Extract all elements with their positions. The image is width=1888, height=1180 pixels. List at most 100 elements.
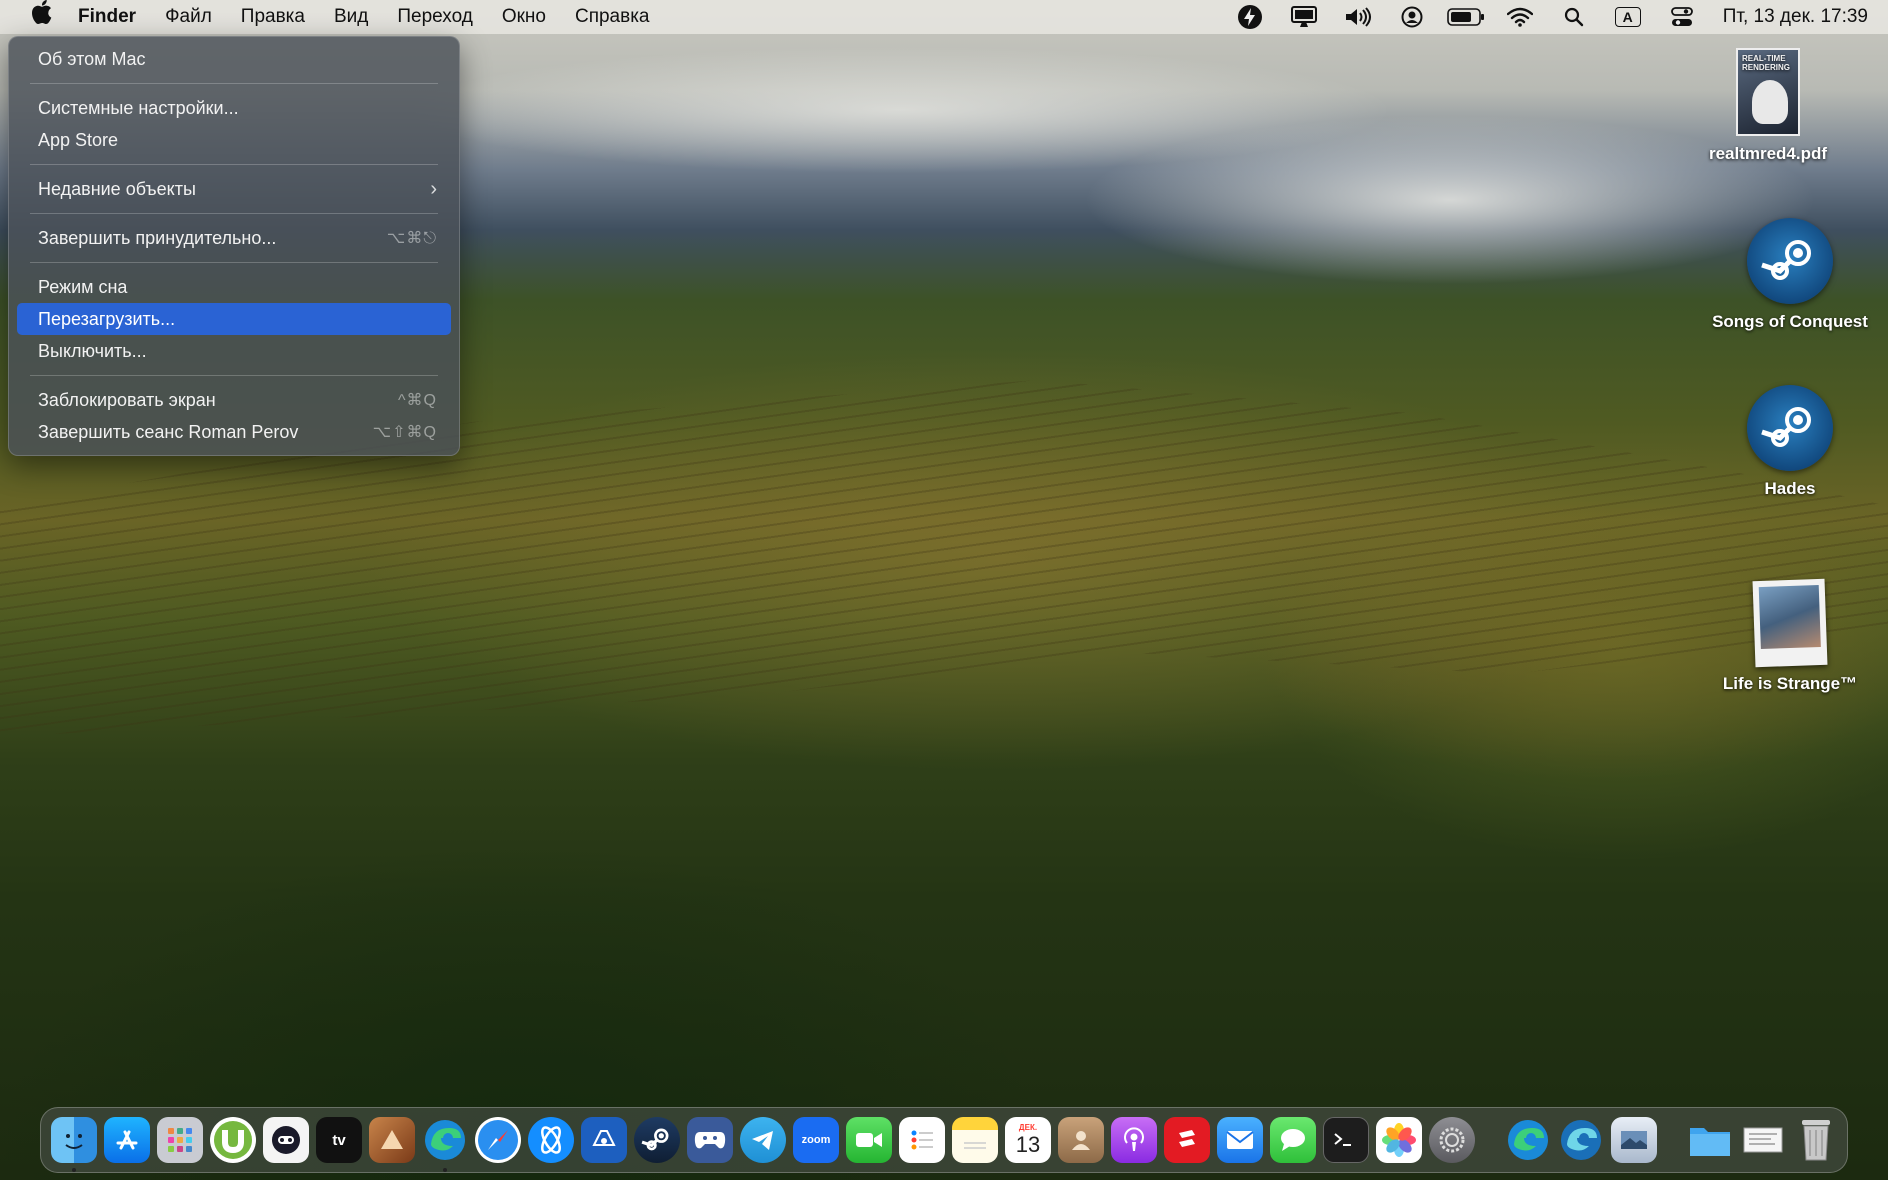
menu-shortcut: ⌥⌘⎋	[386, 230, 437, 247]
safari-icon[interactable]	[475, 1117, 521, 1163]
launchpad-icon[interactable]	[157, 1117, 203, 1163]
app-store-icon[interactable]	[104, 1117, 150, 1163]
menu-item-app-store[interactable]: App Store	[17, 124, 451, 156]
menu-item-label: App Store	[38, 129, 119, 150]
menu-shortcut: ⌥⇧⌘Q	[372, 424, 437, 441]
steam-icon	[1747, 218, 1833, 304]
menu-finder[interactable]: Finder	[78, 6, 136, 28]
menu-view[interactable]: Вид	[334, 6, 368, 28]
menu-shortcut: ^⌘Q	[398, 392, 437, 409]
menu-item-label: Заблокировать экран	[38, 389, 216, 410]
menu-help[interactable]: Справка	[575, 6, 650, 28]
photos-icon[interactable]	[1376, 1117, 1422, 1163]
battle-net-icon[interactable]	[528, 1117, 574, 1163]
volume-icon[interactable]	[1331, 0, 1385, 34]
zoom-icon[interactable]: zoom	[793, 1117, 839, 1163]
facetime-icon[interactable]	[846, 1117, 892, 1163]
battery-icon[interactable]	[1439, 0, 1493, 34]
calendar-icon[interactable]: ДЕК. 13	[1005, 1117, 1051, 1163]
trash-icon[interactable]	[1793, 1117, 1839, 1163]
input-source-label: A	[1614, 7, 1641, 27]
affinity-icon[interactable]	[369, 1117, 415, 1163]
menu-item-about-mac[interactable]: Об этом Mac	[17, 43, 451, 75]
edge-icon[interactable]	[1505, 1117, 1551, 1163]
desktop-icon-label: Songs of Conquest	[1712, 312, 1868, 331]
edge-beta-icon[interactable]	[1558, 1117, 1604, 1163]
menu-separator	[30, 375, 438, 376]
document-icon[interactable]	[1740, 1117, 1786, 1163]
search-icon[interactable]	[1547, 0, 1601, 34]
menu-item-label: Режим сна	[38, 276, 128, 297]
utorrent-icon[interactable]	[210, 1117, 256, 1163]
desktop-app-hades[interactable]: Hades	[1700, 385, 1880, 499]
menu-item-shutdown[interactable]: Выключить...	[17, 335, 451, 367]
desktop-app-life-is-strange[interactable]: Life is Strange™	[1700, 578, 1880, 694]
terminal-icon[interactable]	[1323, 1117, 1369, 1163]
menu-item-label: Завершить принудительно...	[38, 227, 277, 248]
preview-icon[interactable]	[1611, 1117, 1657, 1163]
input-source-icon[interactable]: A	[1601, 0, 1655, 34]
mail-icon[interactable]	[1217, 1117, 1263, 1163]
desktop-app-songs-of-conquest[interactable]: Songs of Conquest	[1700, 218, 1880, 332]
game-controller-app-icon[interactable]	[581, 1117, 627, 1163]
bolt-icon[interactable]	[1223, 0, 1277, 34]
menu-item-lock-screen[interactable]: Заблокировать экран ^⌘Q	[17, 384, 451, 416]
menu-item-sleep[interactable]: Режим сна	[17, 271, 451, 303]
dock: tv zoom ДЕК. 13	[40, 1107, 1848, 1173]
podcasts-icon[interactable]	[1111, 1117, 1157, 1163]
controller-icon[interactable]	[687, 1117, 733, 1163]
menu-separator	[30, 164, 438, 165]
steam-icon[interactable]	[634, 1117, 680, 1163]
apple-menu-dropdown: Об этом Mac Системные настройки... App S…	[8, 36, 460, 456]
menu-separator	[30, 83, 438, 84]
robot-app-icon[interactable]	[263, 1117, 309, 1163]
menu-file[interactable]: Файл	[165, 6, 212, 28]
menu-bar-clock[interactable]: Пт, 13 дек. 17:39	[1723, 6, 1868, 28]
calendar-day: 13	[1015, 1132, 1041, 1157]
menu-go[interactable]: Переход	[397, 6, 472, 28]
steam-icon	[1747, 385, 1833, 471]
wifi-icon[interactable]	[1493, 0, 1547, 34]
notes-icon[interactable]	[952, 1117, 998, 1163]
telegram-icon[interactable]	[740, 1117, 786, 1163]
forest-shade	[0, 540, 1300, 1180]
menu-separator	[30, 213, 438, 214]
apple-menu-icon[interactable]	[28, 0, 56, 34]
menu-window[interactable]: Окно	[502, 6, 546, 28]
menu-item-label: Недавние объекты	[38, 178, 196, 199]
display-icon[interactable]	[1277, 0, 1331, 34]
menu-item-force-quit[interactable]: Завершить принудительно... ⌥⌘⎋	[17, 222, 451, 254]
apple-tv-label: tv	[332, 1131, 346, 1149]
desktop-icon-label: Hades	[1764, 479, 1816, 498]
menu-item-log-out[interactable]: Завершить сеанс Roman Perov ⌥⇧⌘Q	[17, 416, 451, 448]
menu-item-restart[interactable]: Перезагрузить...	[17, 303, 451, 335]
menu-item-label: Об этом Mac	[38, 48, 146, 69]
game-thumbnail-icon	[1752, 578, 1828, 668]
contacts-icon[interactable]	[1058, 1117, 1104, 1163]
messages-icon[interactable]	[1270, 1117, 1316, 1163]
desktop-icon-label: Life is Strange™	[1722, 674, 1858, 693]
menu-item-label: Системные настройки...	[38, 97, 239, 118]
system-settings-icon[interactable]	[1429, 1117, 1475, 1163]
desktop-file-pdf[interactable]: REAL-TIME RENDERING realtmred4.pdf	[1678, 48, 1858, 164]
menu-item-recent-items[interactable]: Недавние объекты ›	[17, 173, 451, 205]
control-center-icon[interactable]	[1655, 0, 1709, 34]
menu-edit[interactable]: Правка	[241, 6, 305, 28]
apple-tv-icon[interactable]: tv	[316, 1117, 362, 1163]
finder-icon[interactable]	[51, 1117, 97, 1172]
pdf-cover-title: REAL-TIME RENDERING	[1742, 54, 1791, 72]
menu-item-label: Завершить сеанс Roman Perov	[38, 421, 299, 442]
menu-item-system-settings[interactable]: Системные настройки...	[17, 92, 451, 124]
pdf-thumbnail-icon: REAL-TIME RENDERING	[1736, 48, 1800, 136]
zoom-label: zoom	[801, 1134, 831, 1146]
chevron-right-icon: ›	[430, 177, 437, 200]
user-icon[interactable]	[1385, 0, 1439, 34]
red-app-icon[interactable]	[1164, 1117, 1210, 1163]
menu-bar: Finder Файл Правка Вид Переход Окно Спра…	[0, 0, 1888, 34]
folder-icon[interactable]	[1687, 1117, 1733, 1163]
reminders-icon[interactable]	[899, 1117, 945, 1163]
edge-icon[interactable]	[422, 1117, 468, 1172]
menu-separator	[30, 262, 438, 263]
menu-item-label: Выключить...	[38, 340, 147, 361]
desktop-icon-label: realtmred4.pdf	[1708, 144, 1828, 163]
